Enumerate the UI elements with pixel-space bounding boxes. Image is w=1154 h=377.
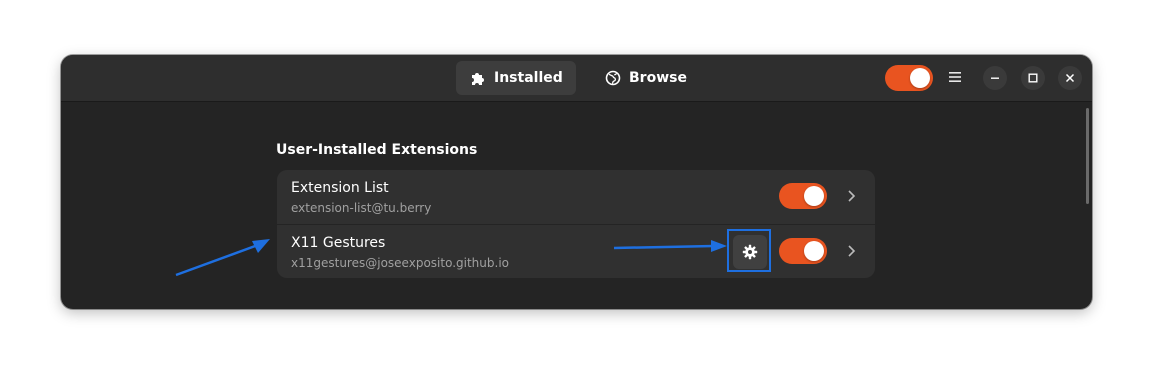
minimize-icon bbox=[991, 77, 999, 79]
toggle-knob bbox=[804, 186, 824, 206]
section-title: User-Installed Extensions bbox=[276, 142, 478, 158]
minimize-button[interactable] bbox=[983, 66, 1007, 90]
scrollbar[interactable] bbox=[1086, 108, 1089, 204]
extension-manager-window: Installed Browse User-Installed Extensio… bbox=[61, 55, 1092, 309]
chevron-right-icon[interactable] bbox=[847, 185, 861, 207]
chevron-right-icon[interactable] bbox=[847, 240, 861, 262]
tab-installed[interactable]: Installed bbox=[456, 61, 576, 95]
headerbar: Installed Browse bbox=[61, 55, 1092, 102]
extension-toggle[interactable] bbox=[779, 183, 827, 209]
globe-icon bbox=[605, 70, 621, 86]
maximize-icon bbox=[1028, 73, 1038, 83]
toggle-knob bbox=[910, 68, 930, 88]
toggle-knob bbox=[804, 241, 824, 261]
tab-browse-label: Browse bbox=[629, 70, 687, 86]
list-item[interactable]: Extension List extension-list@tu.berry bbox=[277, 170, 875, 225]
extensions-master-toggle[interactable] bbox=[885, 65, 933, 91]
puzzle-icon bbox=[472, 73, 484, 85]
menu-button[interactable] bbox=[945, 68, 965, 88]
close-button[interactable] bbox=[1058, 66, 1082, 90]
extension-name: Extension List bbox=[291, 180, 389, 196]
close-icon bbox=[1065, 73, 1075, 83]
list-item[interactable]: X11 Gestures x11gestures@joseexposito.gi… bbox=[277, 225, 875, 278]
hamburger-icon bbox=[949, 72, 961, 82]
tab-browse[interactable]: Browse bbox=[591, 61, 691, 95]
settings-highlight-box bbox=[727, 229, 771, 272]
extension-uuid: extension-list@tu.berry bbox=[291, 201, 432, 215]
extension-name: X11 Gestures bbox=[291, 235, 386, 251]
maximize-button[interactable] bbox=[1021, 66, 1045, 90]
extension-toggle[interactable] bbox=[779, 238, 827, 264]
extension-list: Extension List extension-list@tu.berry X… bbox=[277, 170, 875, 278]
extension-uuid: x11gestures@joseexposito.github.io bbox=[291, 256, 509, 270]
tab-installed-label: Installed bbox=[494, 70, 563, 86]
